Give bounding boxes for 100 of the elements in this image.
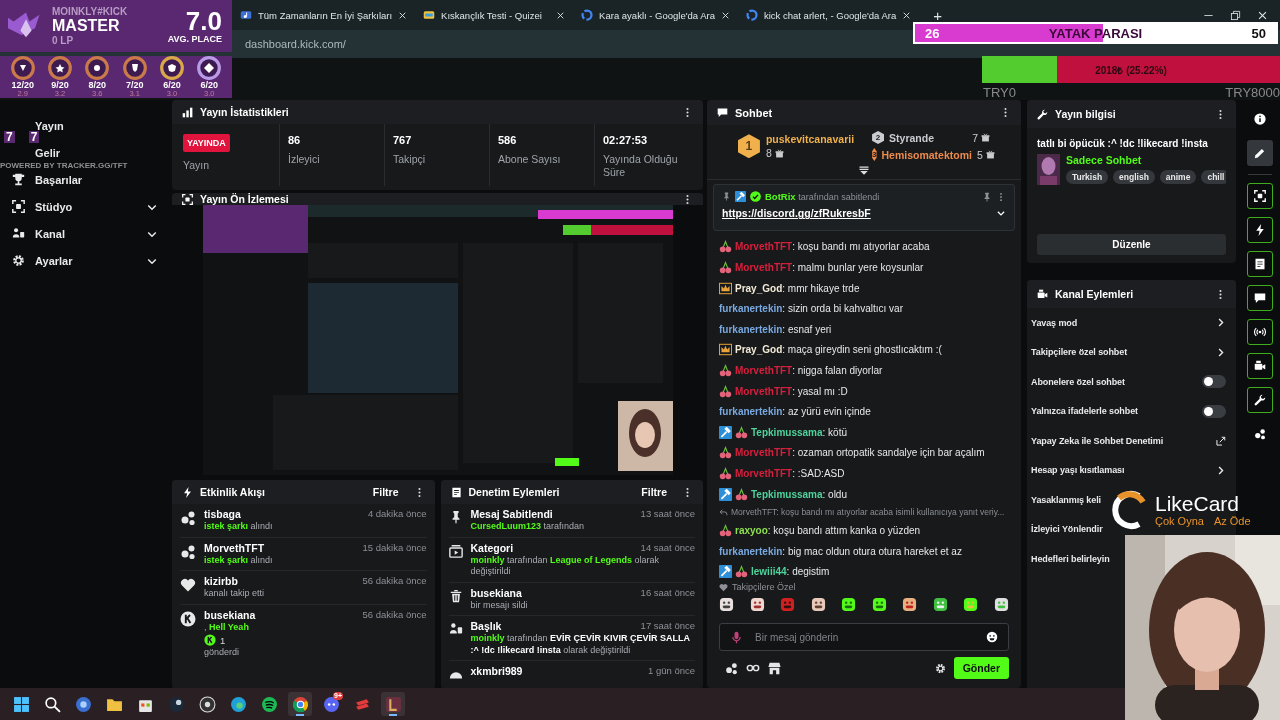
- event-detail: , Hell Yeah: [204, 621, 250, 633]
- chat-title: Sohbet: [735, 106, 774, 119]
- message-box[interactable]: Bir mesaj gönderin: [719, 623, 1009, 651]
- wrench-button[interactable]: [1247, 387, 1273, 413]
- tag-chip[interactable]: chill: [1201, 170, 1226, 184]
- channel-action-row[interactable]: Yapay Zeka ile Sohbet Denetimi: [1027, 426, 1236, 456]
- music-app-icon: [260, 695, 278, 713]
- chat-message: MorvethTFT: malmı bunlar yere koysunlar: [735, 262, 924, 273]
- emote-icon[interactable]: [871, 597, 887, 613]
- toggle-switch[interactable]: [1202, 375, 1226, 389]
- close-icon[interactable]: [398, 10, 408, 20]
- tag-chip[interactable]: anime: [1159, 170, 1197, 184]
- event-detail: kanalı takip etti: [204, 588, 266, 600]
- channel-action-row[interactable]: İzleyici Yönlendir: [1027, 514, 1113, 544]
- close-icon[interactable]: [556, 10, 566, 20]
- sidebar-item[interactable]: Ayarlar: [0, 252, 170, 269]
- emote-icon[interactable]: [963, 597, 979, 613]
- settings-icon[interactable]: [934, 662, 946, 674]
- action-time: 16 saat önce: [640, 586, 695, 599]
- trait-fraction: 12/20: [11, 81, 34, 91]
- new-tab-button[interactable]: +: [927, 6, 948, 24]
- emote-icon[interactable]: [932, 597, 948, 613]
- external-link-icon: [1216, 435, 1226, 446]
- sidebar-item[interactable]: Yayın: [35, 117, 64, 134]
- sidebar-item[interactable]: Stüdyo: [0, 198, 170, 215]
- channel-action-row[interactable]: Yasaklanmış keli: [1027, 485, 1111, 515]
- emote-icon[interactable]: [841, 597, 857, 613]
- sidebar-item[interactable]: Kanal: [0, 225, 170, 242]
- channel-action-row[interactable]: Abonelere özel sohbet: [1027, 367, 1236, 397]
- broadcast-button[interactable]: [1247, 319, 1273, 345]
- bolt-icon: [182, 486, 193, 498]
- emote-icon[interactable]: [902, 597, 918, 613]
- message-input[interactable]: Bir mesaj gönderin: [753, 630, 976, 644]
- browser-icon: [291, 695, 309, 713]
- category-name[interactable]: Sadece Sohbet: [1066, 154, 1226, 166]
- channel-action-row[interactable]: Takipçilere özel sohbet: [1027, 337, 1236, 367]
- action-title: xkmbri989: [470, 665, 523, 677]
- channel-action-row[interactable]: Yavaş mod: [1027, 308, 1236, 338]
- event-user: busekiana: [204, 608, 256, 621]
- chat-message: Tepkimussama: oldu: [751, 488, 847, 500]
- emoji-icon[interactable]: [986, 631, 998, 644]
- pinned-note: BotRix tarafından sabitlendi: [765, 191, 880, 203]
- camera-button[interactable]: [1247, 353, 1273, 379]
- close-icon[interactable]: [1257, 9, 1268, 21]
- send-button[interactable]: Gönder: [953, 657, 1009, 679]
- emote-icon[interactable]: [719, 597, 734, 613]
- stat-label: İzleyici: [288, 153, 321, 166]
- sidebar-item[interactable]: Başarılar: [0, 171, 170, 188]
- studio-button[interactable]: [1247, 183, 1273, 209]
- browser-tab[interactable]: kick chat arlert, - Google'da Ara: [738, 0, 920, 30]
- event-detail: gönderdi: [204, 647, 241, 659]
- browser-tab[interactable]: Tüm Zamanların En İyi Şarkıları: [232, 0, 416, 30]
- restore-icon[interactable]: [1230, 9, 1241, 21]
- channel-action-row[interactable]: Hesap yaşı kısıtlaması: [1027, 455, 1236, 485]
- emote-icon[interactable]: [993, 597, 1009, 613]
- gift-icon: [981, 133, 991, 143]
- discord-link[interactable]: https://discord.gg/zfRukresbF: [722, 207, 996, 220]
- pencil-button[interactable]: [1247, 140, 1273, 166]
- close-icon[interactable]: [902, 10, 912, 20]
- chat-message: lewiii44: degistim: [751, 566, 830, 578]
- close-icon[interactable]: [721, 10, 730, 20]
- goal-target: 50: [1251, 25, 1266, 41]
- stat-label: Takipçi: [393, 153, 427, 166]
- pin-icon: [722, 192, 731, 202]
- bubbles-icon[interactable]: [725, 661, 738, 675]
- microphone-icon[interactable]: [730, 630, 743, 644]
- kick-amount: 1: [220, 634, 226, 646]
- bolt-button[interactable]: [1247, 217, 1273, 243]
- taskbar-app[interactable]: [288, 692, 312, 716]
- filter-button[interactable]: Filtre: [641, 486, 667, 498]
- browser-icon: [229, 695, 247, 713]
- chat-message: MorvethTFT: yasal mı :D: [735, 385, 848, 397]
- pin-icon[interactable]: [982, 191, 992, 202]
- document-button[interactable]: [1247, 251, 1273, 277]
- donation-reading: 2018₺ (25.22%): [1095, 63, 1167, 77]
- trait-fraction: 9/20: [51, 81, 69, 91]
- filter-button[interactable]: Filtre: [372, 486, 399, 498]
- channel-action-row[interactable]: Yalnızca ifadelerle sohbet: [1027, 396, 1236, 426]
- chat-message: furkanertekin: az yürü evin içinde: [719, 406, 871, 418]
- taskbar-app[interactable]: [381, 692, 405, 716]
- action-detail: moinkly tarafından League of Legends olarak değiştirildi: [470, 554, 661, 578]
- stat-label: Yayın: [183, 159, 211, 172]
- average-place-label: AVG. PLACE: [167, 34, 222, 44]
- chat-button[interactable]: [1247, 285, 1273, 311]
- emote-icon[interactable]: [749, 597, 765, 613]
- average-place: 7.0: [185, 8, 222, 34]
- sidebar-item[interactable]: Gelir: [35, 144, 61, 161]
- panel-title: Etkinlik Akışı: [200, 486, 266, 498]
- browser-tab[interactable]: Kıskançlık Testi - Quizei: [415, 0, 574, 30]
- emote-icon[interactable]: [810, 597, 826, 613]
- tag-chip[interactable]: english: [1113, 170, 1155, 184]
- address-text[interactable]: dashboard.kick.com/: [245, 38, 346, 50]
- tag-chip[interactable]: Turkish: [1066, 170, 1109, 184]
- tab-favicon-icon: [581, 9, 594, 21]
- browser-tab[interactable]: Kara ayaklı - Google'da Ara: [573, 0, 738, 30]
- action-detail: CursedLuum123 tarafından: [470, 521, 586, 533]
- toggle-switch[interactable]: [1202, 404, 1226, 418]
- store-icon[interactable]: [768, 661, 781, 675]
- edit-button[interactable]: Düzenle: [1037, 234, 1226, 255]
- channel-action-row[interactable]: Hedefleri belirleyin: [1027, 544, 1120, 574]
